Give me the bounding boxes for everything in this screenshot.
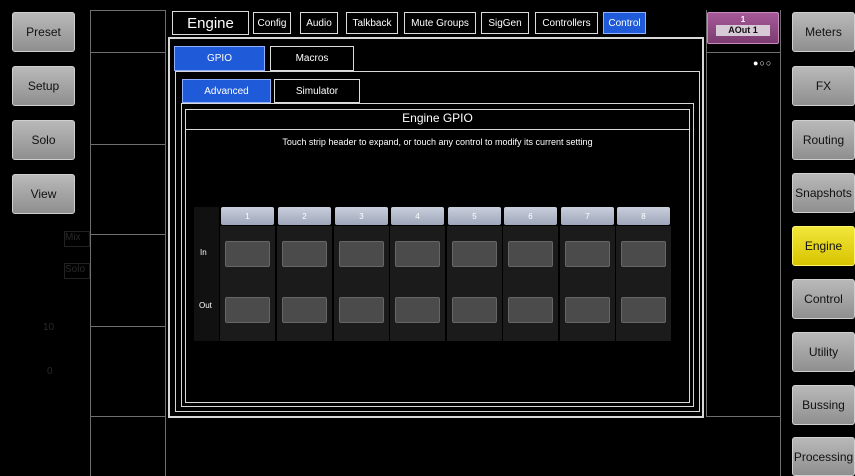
solo-button[interactable]: Solo bbox=[12, 120, 75, 160]
tab-gpio[interactable]: GPIO bbox=[174, 46, 265, 71]
gpio-in-2[interactable] bbox=[282, 241, 327, 267]
gpio-out-8[interactable] bbox=[621, 297, 666, 323]
gpio-in-5[interactable] bbox=[452, 241, 497, 267]
row-label-in: In bbox=[200, 248, 207, 257]
gpio-header-2[interactable]: 2 bbox=[278, 207, 331, 225]
gpio-in-4[interactable] bbox=[395, 241, 440, 267]
gpio-out-3[interactable] bbox=[339, 297, 384, 323]
snapshots-button-label: Snapshots bbox=[795, 186, 852, 200]
grid-line bbox=[90, 326, 165, 327]
gpio-in-6[interactable] bbox=[508, 241, 553, 267]
grid-line bbox=[90, 52, 165, 53]
channel-number: 1 bbox=[740, 15, 746, 24]
engine-button-label: Engine bbox=[804, 239, 843, 253]
routing-button-label: Routing bbox=[802, 133, 845, 147]
gpio-header-1[interactable]: 1 bbox=[221, 207, 274, 225]
processing-button-label: Processing bbox=[793, 449, 854, 464]
view-button[interactable]: View bbox=[12, 174, 75, 214]
grid-line bbox=[90, 144, 165, 145]
panel-hint: Touch strip header to expand, or touch a… bbox=[282, 137, 593, 147]
grid-line bbox=[165, 10, 166, 476]
solo-label: Solo bbox=[64, 263, 90, 279]
control-button-label: Control bbox=[804, 292, 843, 306]
tab-advanced[interactable]: Advanced bbox=[182, 79, 271, 103]
gpio-out-2[interactable] bbox=[282, 297, 327, 323]
gpio-in-8[interactable] bbox=[621, 241, 666, 267]
grid-line bbox=[706, 52, 780, 53]
engine-title: Engine bbox=[172, 11, 249, 35]
gpio-header-6[interactable]: 6 bbox=[504, 207, 557, 225]
panel-title: Engine GPIO bbox=[402, 111, 473, 125]
row-label-out: Out bbox=[199, 301, 212, 310]
preset-button-label: Preset bbox=[26, 25, 61, 39]
gpio-header-5[interactable]: 5 bbox=[448, 207, 501, 225]
row-label-column bbox=[194, 207, 219, 341]
tab-talkback[interactable]: Talkback bbox=[346, 12, 398, 34]
gpio-out-4[interactable] bbox=[395, 297, 440, 323]
gpio-header-3[interactable]: 3 bbox=[335, 207, 388, 225]
grid-line bbox=[706, 416, 780, 417]
grid-line bbox=[90, 10, 165, 11]
tab-config[interactable]: Config bbox=[253, 12, 291, 34]
utility-button[interactable]: Utility bbox=[792, 332, 855, 372]
tab-control[interactable]: Control bbox=[603, 12, 646, 34]
setup-button[interactable]: Setup bbox=[12, 66, 75, 106]
meters-button-label: Meters bbox=[805, 25, 842, 39]
gpio-out-1[interactable] bbox=[225, 297, 270, 323]
page-dots: ●○○ bbox=[753, 58, 772, 68]
engine-button[interactable]: Engine bbox=[792, 226, 855, 266]
bussing-button[interactable]: Bussing bbox=[792, 385, 855, 425]
processing-button[interactable]: Processing bbox=[792, 437, 855, 476]
tab-controllers[interactable]: Controllers bbox=[535, 12, 598, 34]
gpio-header-4[interactable]: 4 bbox=[391, 207, 444, 225]
bussing-button-label: Bussing bbox=[802, 398, 845, 412]
view-button-label: View bbox=[30, 187, 57, 201]
tab-siggen[interactable]: SigGen bbox=[481, 12, 529, 34]
title-divider bbox=[186, 129, 689, 130]
control-button[interactable]: Control bbox=[792, 279, 855, 319]
gpio-out-6[interactable] bbox=[508, 297, 553, 323]
tab-simulator[interactable]: Simulator bbox=[274, 79, 360, 103]
utility-button-label: Utility bbox=[808, 345, 839, 359]
grid-line bbox=[90, 416, 165, 417]
mix-label: Mix bbox=[64, 231, 90, 247]
gpio-out-7[interactable] bbox=[565, 297, 610, 323]
gpio-out-5[interactable] bbox=[452, 297, 497, 323]
scale-0-label: 0 bbox=[47, 366, 53, 377]
grid-line bbox=[706, 10, 707, 416]
gpio-in-7[interactable] bbox=[565, 241, 610, 267]
gpio-in-1[interactable] bbox=[225, 241, 270, 267]
scale-10-label: 10 bbox=[43, 322, 55, 333]
gpio-header-8[interactable]: 8 bbox=[617, 207, 670, 225]
gpio-in-3[interactable] bbox=[339, 241, 384, 267]
channel-name: AOut 1 bbox=[716, 25, 770, 36]
preset-button[interactable]: Preset bbox=[12, 12, 75, 52]
grid-line bbox=[90, 10, 91, 476]
fx-button[interactable]: FX bbox=[792, 66, 855, 106]
snapshots-button[interactable]: Snapshots bbox=[792, 173, 855, 213]
routing-button[interactable]: Routing bbox=[792, 120, 855, 160]
meters-button[interactable]: Meters bbox=[792, 12, 855, 52]
tab-macros[interactable]: Macros bbox=[270, 46, 354, 71]
tab-audio[interactable]: Audio bbox=[300, 12, 338, 34]
fx-button-label: FX bbox=[815, 79, 832, 93]
gpio-header-7[interactable]: 7 bbox=[561, 207, 614, 225]
tab-mute-groups[interactable]: Mute Groups bbox=[404, 12, 476, 34]
grid-line bbox=[780, 10, 781, 476]
dot-empty-icon: ○ bbox=[765, 58, 773, 68]
solo-button-label: Solo bbox=[31, 133, 56, 147]
setup-button-label: Setup bbox=[27, 79, 60, 93]
grid-line bbox=[90, 234, 165, 235]
channel-badge[interactable]: 1 AOut 1 bbox=[707, 12, 779, 44]
